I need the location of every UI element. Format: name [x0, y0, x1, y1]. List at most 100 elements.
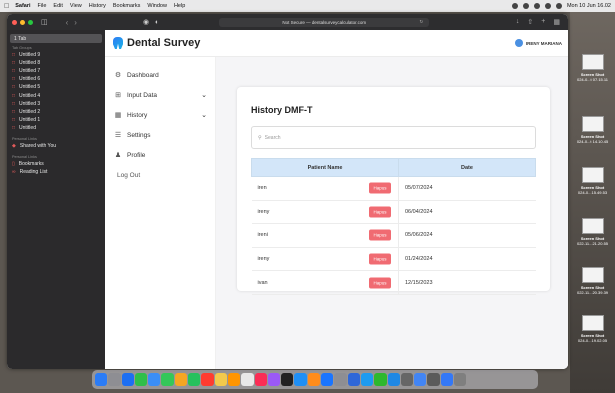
terminal-icon[interactable] — [400, 373, 414, 386]
downloads-icon[interactable] — [440, 373, 454, 386]
minimize-button[interactable] — [20, 19, 25, 25]
preview-icon[interactable] — [427, 373, 440, 386]
menu-safari[interactable]: Safari — [15, 3, 30, 9]
battery-icon[interactable] — [544, 3, 551, 9]
facetime-icon[interactable] — [188, 373, 201, 386]
desktop-file[interactable]: Screen Shot 024-0...t 07.15.11 — [570, 54, 615, 82]
menu-history[interactable]: History — [89, 3, 106, 9]
bookmarks-item[interactable]: ▯ Bookmarks — [7, 160, 105, 168]
notes-icon[interactable] — [214, 373, 227, 386]
reload-icon[interactable]: ↻ — [420, 19, 424, 25]
user-menu[interactable]: IRENY MARIANA — [514, 39, 562, 47]
sidebar-toggle-icon[interactable]: ◫ — [41, 18, 48, 26]
photos-icon[interactable] — [174, 373, 188, 386]
menubar-clock[interactable]: Mon 10 Jun 16.02 — [567, 3, 611, 9]
web-content: Dental Survey IRENY MARIANA ⚙ Dashboard ⊞… — [105, 30, 568, 369]
finder-icon[interactable] — [95, 373, 108, 386]
back-forward-icon[interactable]: ‹› — [66, 18, 83, 27]
mail-icon[interactable] — [148, 373, 161, 386]
tab-group-item[interactable]: □ Untitled 5 — [7, 83, 105, 91]
tab-group-item[interactable]: □ Untitled 2 — [7, 108, 105, 116]
settings-app-icon[interactable] — [334, 373, 347, 386]
nav-input-data[interactable]: ⊞ Input Data ⌄ — [105, 85, 215, 105]
safari-icon[interactable] — [121, 373, 134, 386]
delete-button[interactable]: Hapus — [369, 253, 391, 265]
launchpad-icon[interactable] — [108, 373, 121, 386]
close-button[interactable] — [12, 19, 17, 25]
sidebar-tab-count[interactable]: 1 Tab — [10, 34, 102, 43]
desktop-file[interactable]: Screen Shot 022-11...20.39.39 — [570, 267, 615, 295]
menu-view[interactable]: View — [70, 3, 82, 9]
desktop-file[interactable]: Screen Shot 024-0...t 14.10.45 — [570, 116, 615, 144]
tab-group-item[interactable]: □ Untitled 3 — [7, 100, 105, 108]
tab-group-item[interactable]: □ Untitled 1 — [7, 116, 105, 124]
wifi-icon[interactable] — [533, 3, 540, 9]
tab-group-label: Untitled 5 — [19, 84, 41, 91]
new-tab-icon[interactable]: + — [541, 18, 545, 26]
apple-icon[interactable]:  — [4, 3, 9, 10]
tab-group-item[interactable]: □ Untitled 8 — [7, 59, 105, 67]
tab-group-item[interactable]: □ Untitled — [7, 124, 105, 132]
patient-name: ireny — [257, 256, 270, 263]
patient-name: ireny — [257, 208, 270, 215]
pages-icon[interactable] — [307, 373, 321, 386]
delete-button[interactable]: Hapus — [369, 182, 391, 194]
trash-icon[interactable] — [454, 373, 467, 386]
status-icon[interactable] — [522, 3, 529, 9]
menu-bookmarks[interactable]: Bookmarks — [113, 3, 141, 9]
reading-list-icon: ∞ — [12, 169, 16, 176]
desktop-file[interactable]: Screen Shot 024-0...15.49.53 — [570, 167, 615, 195]
desktop-file[interactable]: Screen Shot 024-0...19.02.05 — [570, 315, 615, 343]
tab-group-item[interactable]: □ Untitled 6 — [7, 75, 105, 83]
status-icon[interactable] — [511, 3, 518, 9]
shared-with-you-item[interactable]: ◆ Shared with You — [7, 142, 105, 150]
zoom-button[interactable] — [28, 19, 33, 25]
search-box[interactable]: ⚲ — [251, 126, 536, 149]
tab-group-item[interactable]: □ Untitled 9 — [7, 51, 105, 59]
search-input[interactable] — [264, 134, 515, 141]
delete-button[interactable]: Hapus — [369, 206, 391, 218]
word-icon[interactable] — [347, 373, 360, 386]
nav-label: Dashboard — [127, 71, 159, 79]
calendar-app-icon[interactable] — [201, 373, 214, 386]
podcasts-icon[interactable] — [267, 373, 281, 386]
tab-group-item[interactable]: □ Untitled 4 — [7, 91, 105, 99]
menu-edit[interactable]: Edit — [53, 3, 62, 9]
vscode-icon[interactable] — [387, 373, 400, 386]
share-icon[interactable]: ⇧ — [527, 18, 533, 26]
nav-settings[interactable]: ☰ Settings — [105, 125, 215, 145]
freeform-icon[interactable] — [241, 373, 254, 386]
search-icon[interactable] — [555, 3, 562, 9]
tab-overview-icon[interactable]: ▦ — [553, 18, 560, 26]
menu-file[interactable]: File — [38, 3, 47, 9]
address-bar[interactable]: Not Secure — dentalsurveycalculator.com … — [219, 17, 430, 27]
excel-icon[interactable] — [374, 373, 387, 386]
menu-window[interactable]: Window — [147, 3, 167, 9]
reminders-icon[interactable] — [227, 373, 241, 386]
zoom-app-icon[interactable] — [360, 373, 374, 386]
chrome-icon[interactable] — [414, 373, 427, 386]
app-store-icon[interactable] — [321, 373, 334, 386]
numbers-icon[interactable] — [294, 373, 307, 386]
column-header-date[interactable]: Date — [398, 158, 536, 177]
date-cell: 05/06/2024 — [398, 223, 536, 248]
column-header-patient-name[interactable]: Patient Name — [251, 158, 399, 177]
messages-icon[interactable] — [134, 373, 148, 386]
tab-group-item[interactable]: □ Untitled 7 — [7, 67, 105, 75]
tv-icon[interactable] — [281, 373, 294, 386]
logout-link[interactable]: Log Out — [105, 165, 215, 185]
download-icon[interactable]: ↓ — [516, 18, 520, 26]
nav-dashboard[interactable]: ⚙ Dashboard — [105, 65, 215, 85]
menu-help[interactable]: Help — [174, 3, 185, 9]
safari-window: ◫ ‹› ◉◐ Not Secure — dentalsurveycalcula… — [7, 14, 568, 369]
delete-button[interactable]: Hapus — [369, 229, 391, 241]
maps-icon[interactable] — [161, 373, 174, 386]
nav-history[interactable]: ▦ History ⌄ — [105, 105, 215, 125]
reading-list-item[interactable]: ∞ Reading List — [7, 168, 105, 176]
privacy-icon[interactable]: ◉◐ — [143, 18, 165, 26]
delete-button[interactable]: Hapus — [369, 277, 391, 289]
desktop-file[interactable]: Screen Shot 022-11...21.20.55 — [570, 218, 615, 246]
nav-profile[interactable]: ♟ Profile — [105, 145, 215, 165]
tab-group-label: Untitled 2 — [19, 108, 41, 115]
music-icon[interactable] — [254, 373, 267, 386]
